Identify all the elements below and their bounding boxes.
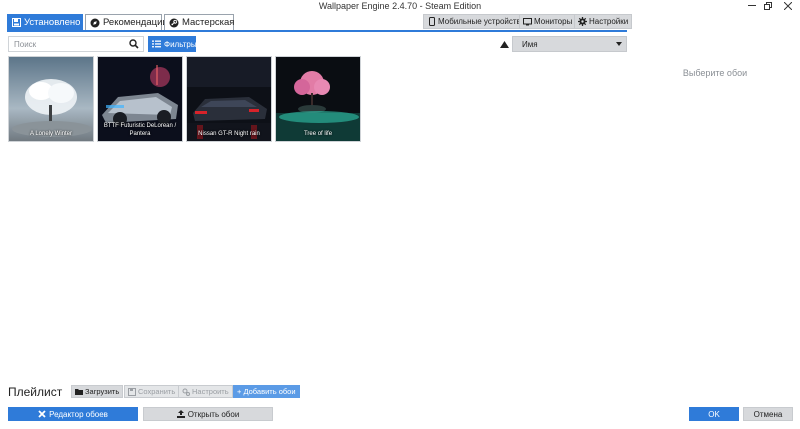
open-wallpaper-button[interactable]: Открыть обои — [143, 407, 273, 421]
playlist-save-label: Сохранить — [138, 387, 176, 396]
mobile-devices-button[interactable]: Мобильные устройства — [423, 14, 530, 29]
phone-icon — [427, 17, 436, 26]
search-input[interactable] — [9, 37, 127, 51]
open-wallpaper-label: Открыть обои — [187, 409, 240, 419]
settings-button[interactable]: Настройки — [574, 14, 633, 29]
tab-workshop[interactable]: Мастерская — [164, 14, 234, 31]
wallpaper-editor-button[interactable]: Редактор обоев — [8, 407, 138, 421]
mobile-devices-label: Мобильные устройства — [438, 17, 526, 26]
monitors-label: Мониторы — [534, 17, 573, 26]
wallpaper-title: A Lonely Winter — [29, 131, 73, 137]
monitors-button[interactable]: Мониторы — [519, 14, 577, 29]
playlist-load-label: Загрузить — [85, 387, 120, 396]
playlist-configure-label: Настроить — [192, 387, 229, 396]
wallpaper-title: Tree of life — [303, 131, 333, 137]
tab-workshop-label: Мастерская — [182, 17, 235, 28]
wallpaper-card[interactable]: Tree of life — [275, 56, 361, 142]
tab-installed-label: Установлено — [24, 17, 81, 28]
filter-list-icon — [152, 40, 161, 49]
search-icon[interactable] — [129, 39, 139, 49]
tab-underline — [7, 30, 627, 32]
playlist-configure-button[interactable]: Настроить — [178, 385, 233, 398]
cancel-button[interactable]: Отмена — [743, 407, 793, 421]
tab-installed[interactable]: Установлено — [7, 14, 83, 31]
sort-select[interactable]: Имя — [512, 36, 627, 52]
playlist-title: Плейлист — [8, 385, 63, 399]
sort-value: Имя — [522, 39, 538, 49]
filters-button[interactable]: Фильтры — [148, 36, 197, 52]
select-wallpaper-hint: Выберите обои — [682, 68, 748, 78]
ok-button[interactable]: OK — [689, 407, 739, 421]
filters-label: Фильтры — [164, 39, 197, 49]
folder-open-icon — [75, 388, 83, 396]
wallpaper-grid: A Lonely Winter BTTF Futuristic DeLorean… — [8, 56, 361, 143]
title-bar: Wallpaper Engine 2.4.70 - Steam Edition — [0, 0, 800, 12]
window-title: Wallpaper Engine 2.4.70 - Steam Edition — [318, 1, 482, 11]
upload-icon — [176, 410, 185, 418]
wallpaper-editor-label: Редактор обоев — [49, 409, 108, 419]
monitor-icon — [523, 17, 532, 26]
wallpaper-card[interactable]: BTTF Futuristic DeLorean / Pantera — [97, 56, 183, 142]
chevron-down-icon — [616, 42, 622, 46]
wallpaper-title: BTTF Futuristic DeLorean / Pantera — [103, 123, 177, 137]
cancel-label: Отмена — [753, 409, 783, 419]
save-icon — [12, 17, 21, 28]
sort-direction-icon[interactable] — [500, 40, 509, 48]
steam-icon — [169, 17, 179, 28]
playlist-save-button[interactable]: Сохранить — [124, 385, 180, 398]
save-icon — [128, 387, 136, 396]
gear-icon — [578, 17, 587, 26]
playlist-add-label: + Добавить обои — [237, 387, 296, 396]
wallpaper-card[interactable]: A Lonely Winter — [8, 56, 94, 142]
wallpaper-title: Nissan GT-R Night rain — [198, 131, 260, 137]
search-box — [8, 36, 144, 52]
ok-label: OK — [708, 409, 720, 419]
compass-icon — [90, 17, 100, 28]
tab-recommendations[interactable]: Рекомендации — [85, 14, 168, 31]
playlist-load-button[interactable]: Загрузить — [71, 385, 124, 398]
close-icon[interactable] — [776, 0, 800, 12]
wallpaper-card[interactable]: Nissan GT-R Night rain — [186, 56, 272, 142]
playlist-add-button[interactable]: + Добавить обои — [233, 385, 300, 398]
gears-icon — [182, 388, 190, 396]
tools-icon — [38, 410, 46, 418]
tab-recommendations-label: Рекомендации — [103, 17, 168, 28]
settings-label: Настройки — [589, 17, 629, 26]
